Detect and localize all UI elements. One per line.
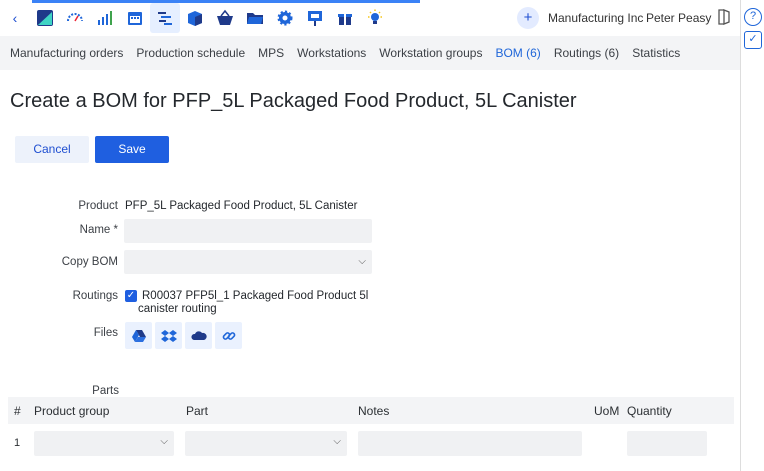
dashboard-icon[interactable] [60, 3, 90, 33]
product-value: PFP_5L Packaged Food Product, 5L Caniste… [125, 200, 358, 212]
col-product-group: Product group [34, 404, 110, 418]
routing-checkbox[interactable]: ✓ [125, 290, 137, 302]
table-row: 1 ⌵ ⌵ [8, 428, 734, 460]
back-icon[interactable]: ‹ [0, 10, 30, 26]
google-drive-icon[interactable] [125, 322, 152, 349]
checklist-icon[interactable]: ✓ [744, 31, 762, 49]
logout-icon[interactable] [716, 8, 734, 26]
inventory-box-icon[interactable] [180, 3, 210, 33]
presentation-icon[interactable] [300, 3, 330, 33]
save-button[interactable]: Save [95, 136, 169, 163]
help-icon[interactable]: ? [744, 8, 762, 26]
settings-icon[interactable] [270, 3, 300, 33]
routing-line2: canister routing [138, 303, 217, 315]
nav-bom[interactable]: BOM (6) [495, 46, 540, 60]
right-side-panel: ? ✓ [740, 0, 764, 471]
col-notes: Notes [358, 404, 390, 418]
analytics-icon[interactable] [90, 3, 120, 33]
user-name[interactable]: Peter Peasy [646, 11, 711, 25]
copy-bom-select[interactable]: ⌵ [124, 250, 372, 274]
company-name[interactable]: Manufacturing Inc [548, 11, 643, 25]
link-icon[interactable] [215, 322, 242, 349]
nav-mps[interactable]: MPS [258, 46, 284, 60]
col-quantity: Quantity [627, 404, 672, 418]
name-label: Name * [79, 224, 118, 236]
files-label: Files [93, 327, 118, 339]
notes-textarea[interactable] [358, 431, 582, 456]
chevron-down-icon: ⌵ [358, 256, 366, 267]
part-select[interactable]: ⌵ [185, 431, 347, 456]
col-part: Part [186, 404, 209, 418]
nav-routings[interactable]: Routings (6) [554, 46, 619, 60]
add-button[interactable]: + [517, 7, 539, 29]
dropbox-icon[interactable] [155, 322, 182, 349]
top-toolbar: ‹ + Manufacturing Inc Peter Peasy [0, 0, 740, 35]
row-number: 1 [14, 437, 21, 449]
parts-table-header: # Product group Part Notes UoM Quantity [8, 397, 734, 424]
gift-icon[interactable] [330, 3, 360, 33]
basket-icon[interactable] [210, 3, 240, 33]
nav-workstation-groups[interactable]: Workstation groups [379, 46, 482, 60]
folder-icon[interactable] [240, 3, 270, 33]
name-input[interactable] [124, 219, 372, 243]
routings-label: Routings [72, 290, 118, 302]
routing-line1: R00037 PFP5l_1 Packaged Food Product 5l [142, 290, 369, 302]
calendar-icon[interactable] [120, 3, 150, 33]
production-icon[interactable] [150, 2, 180, 33]
sub-navigation: Manufacturing orders Production schedule… [0, 36, 740, 70]
product-group-select[interactable]: ⌵ [34, 431, 174, 456]
nav-statistics[interactable]: Statistics [632, 46, 680, 60]
chevron-down-icon: ⌵ [333, 436, 341, 447]
lightbulb-icon[interactable] [360, 3, 390, 33]
parts-label: Parts [92, 385, 119, 397]
product-label: Product [78, 200, 118, 212]
chevron-down-icon: ⌵ [160, 436, 168, 447]
nav-production-schedule[interactable]: Production schedule [136, 46, 245, 60]
copy-bom-label: Copy BOM [61, 256, 118, 268]
nav-workstations[interactable]: Workstations [297, 46, 366, 60]
toolbar-accent-line [32, 0, 420, 3]
nav-manufacturing-orders[interactable]: Manufacturing orders [10, 46, 123, 60]
quantity-input[interactable] [627, 431, 707, 456]
col-number: # [14, 404, 21, 418]
onedrive-icon[interactable] [185, 322, 212, 349]
logo-icon[interactable] [30, 3, 60, 33]
cancel-button[interactable]: Cancel [15, 136, 89, 163]
page-title: Create a BOM for PFP_5L Packaged Food Pr… [10, 90, 577, 112]
col-uom: UoM [594, 404, 620, 418]
